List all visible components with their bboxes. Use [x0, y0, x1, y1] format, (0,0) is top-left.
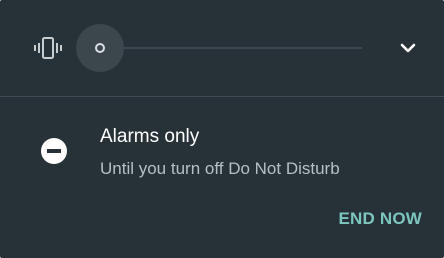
volume-dialog: Alarms only Until you turn off Do Not Di… [0, 0, 444, 258]
slider-thumb[interactable] [95, 43, 105, 53]
end-now-button[interactable]: END NOW [338, 209, 422, 229]
chevron-down-icon [400, 43, 416, 53]
do-not-disturb-icon [40, 137, 68, 165]
volume-slider[interactable] [76, 24, 362, 72]
divider [0, 96, 444, 97]
expand-button[interactable] [392, 36, 424, 60]
dnd-mode-subtitle: Until you turn off Do Not Disturb [100, 159, 340, 178]
slider-track [100, 47, 362, 49]
dnd-mode-title: Alarms only [100, 126, 200, 147]
vibrate-icon[interactable] [34, 36, 62, 60]
volume-row [0, 0, 444, 96]
